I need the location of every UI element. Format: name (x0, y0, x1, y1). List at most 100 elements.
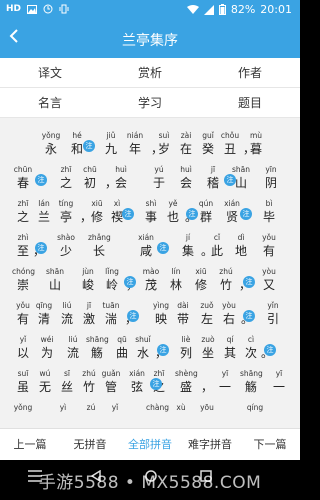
character-cell: wú 无 (34, 368, 56, 395)
pinyin: xián (224, 199, 240, 208)
character-cell: suī 虽 (12, 368, 34, 395)
character-cell: yǒu 有 (258, 232, 280, 259)
menu-item-study[interactable]: 学习 (100, 88, 200, 117)
character-cell: chūn 春 (12, 164, 34, 191)
hanzi: 带 (176, 312, 189, 326)
pinyin: suī (17, 369, 29, 378)
pinyin: sī (64, 369, 70, 378)
pinyin: qí (226, 335, 234, 344)
wifi-icon (186, 4, 199, 14)
toolbar-button[interactable]: 上一篇 (0, 429, 60, 460)
pinyin: zhú (82, 369, 96, 378)
toolbar-button[interactable]: 全部拼音 (120, 429, 180, 460)
character-cell: mù 暮 (245, 130, 267, 157)
menu-button[interactable] (28, 470, 42, 486)
annotation-badge[interactable]: 注 (124, 276, 136, 288)
character-cell: zuǒ 左 (196, 300, 218, 327)
menu-item-questions[interactable]: 题目 (200, 88, 300, 117)
pinyin: xiū (195, 267, 207, 276)
home-button[interactable] (145, 470, 157, 486)
hanzi: 于 (152, 176, 165, 190)
character-cell: yǒng (12, 402, 34, 428)
hanzi (244, 413, 266, 428)
pinyin: wú (39, 369, 51, 378)
status-bar: HD 82% 20:01 (0, 0, 300, 20)
pinyin: yǒu (262, 233, 276, 242)
character-cell: jī 激 (78, 300, 100, 327)
hanzi: 癸 (201, 142, 214, 156)
toolbar-button[interactable]: 无拼音 (60, 429, 120, 460)
menu-icon (28, 470, 42, 482)
pinyin: lán (38, 199, 50, 208)
back-nav-button[interactable] (90, 469, 102, 486)
pinyin: yī (275, 369, 283, 378)
menu-item-author[interactable]: 作者 (200, 58, 300, 87)
hanzi: 坐 (201, 346, 214, 360)
hanzi: 兰 (37, 210, 50, 224)
annotation-badge[interactable]: 注 (264, 344, 276, 356)
pinyin: yìng (152, 301, 170, 310)
character-cell: shāng 觞 (240, 368, 263, 395)
pinyin: qíng (246, 403, 264, 412)
character-cell: tíng 亭 (55, 198, 77, 225)
character-cell: lán 兰 (33, 198, 55, 225)
pinyin: zhī (153, 369, 165, 378)
annotation-badge[interactable]: 注 (122, 208, 134, 220)
pinyin: bì (265, 199, 273, 208)
pinyin: tuān (102, 301, 120, 310)
recents-button[interactable] (200, 470, 212, 486)
vibrate-icon (59, 4, 69, 14)
pinyin: mào (142, 267, 160, 276)
menu-item-quotes[interactable]: 名言 (0, 88, 100, 117)
pinyin: zú (86, 403, 96, 412)
toolbar-button[interactable]: 难字拼音 (180, 429, 240, 460)
annotation-badge[interactable]: 注 (157, 344, 169, 356)
pinyin: shèng (175, 369, 198, 378)
hanzi: 岭 (105, 278, 118, 292)
pinyin: qīng (35, 301, 53, 310)
pinyin: shāng (86, 335, 109, 344)
annotation-badge[interactable]: 注 (150, 378, 162, 390)
pinyin: zuò (201, 335, 215, 344)
toolbar-button[interactable]: 下一篇 (240, 429, 300, 460)
hanzi: 年 (128, 142, 141, 156)
hanzi (12, 413, 34, 428)
character-cell: yǒu 有 (12, 300, 34, 327)
annotation-badge[interactable]: 注 (243, 310, 255, 322)
text-line: chūn 春注 zhī 之 chū 初， huì 会 yú 于 huì 会 jī 稽注 shān 山 yīn 阴 (0, 164, 300, 194)
pinyin: chūn (13, 165, 33, 174)
character-cell: tuān 湍 (100, 300, 122, 327)
character-cell: qún 群 (195, 198, 217, 225)
text-line: yǐ以wéi为liú流shāng觞qū曲shuǐ水，注liè列zuò坐qí其cì… (0, 334, 300, 364)
recents-square-icon (200, 470, 212, 482)
hanzi: 修 (90, 210, 103, 224)
menu-item-appreciation[interactable]: 赏析 (100, 58, 200, 87)
character-cell: yǐ (104, 402, 126, 428)
hanzi: 湍 (104, 312, 117, 326)
pinyin: cǐ (213, 233, 221, 242)
hanzi: 少 (59, 244, 72, 258)
pinyin: xián (129, 369, 145, 378)
pinyin: tíng (58, 199, 74, 208)
hanzi: 群 (199, 210, 212, 224)
hanzi: 山 (234, 176, 247, 190)
pinyin: huì (115, 165, 127, 174)
hanzi: 岁 (157, 142, 170, 156)
hanzi: 九 (104, 142, 117, 156)
hanzi: 峻 (81, 278, 94, 292)
menu-item-translation[interactable]: 译文 (0, 58, 100, 87)
annotation-badge[interactable]: 注 (243, 276, 255, 288)
pinyin: wéi (40, 335, 54, 344)
annotation-badge[interactable]: 注 (127, 310, 139, 322)
annotation-badge[interactable]: 注 (35, 174, 47, 186)
character-cell: yīn 阴 (260, 164, 282, 191)
annotation-badge[interactable]: 注 (35, 242, 47, 254)
pinyin: dài (177, 301, 189, 310)
character-cell: zuò 坐 (197, 334, 219, 361)
hanzi: 稽 (206, 176, 219, 190)
annotation-badge[interactable]: 注 (83, 140, 95, 152)
annotation-badge[interactable]: 注 (157, 242, 169, 254)
annotation-badge[interactable]: 注 (240, 208, 252, 220)
pinyin: nián (126, 131, 144, 140)
title-bar: 兰亭集序 (0, 20, 300, 58)
